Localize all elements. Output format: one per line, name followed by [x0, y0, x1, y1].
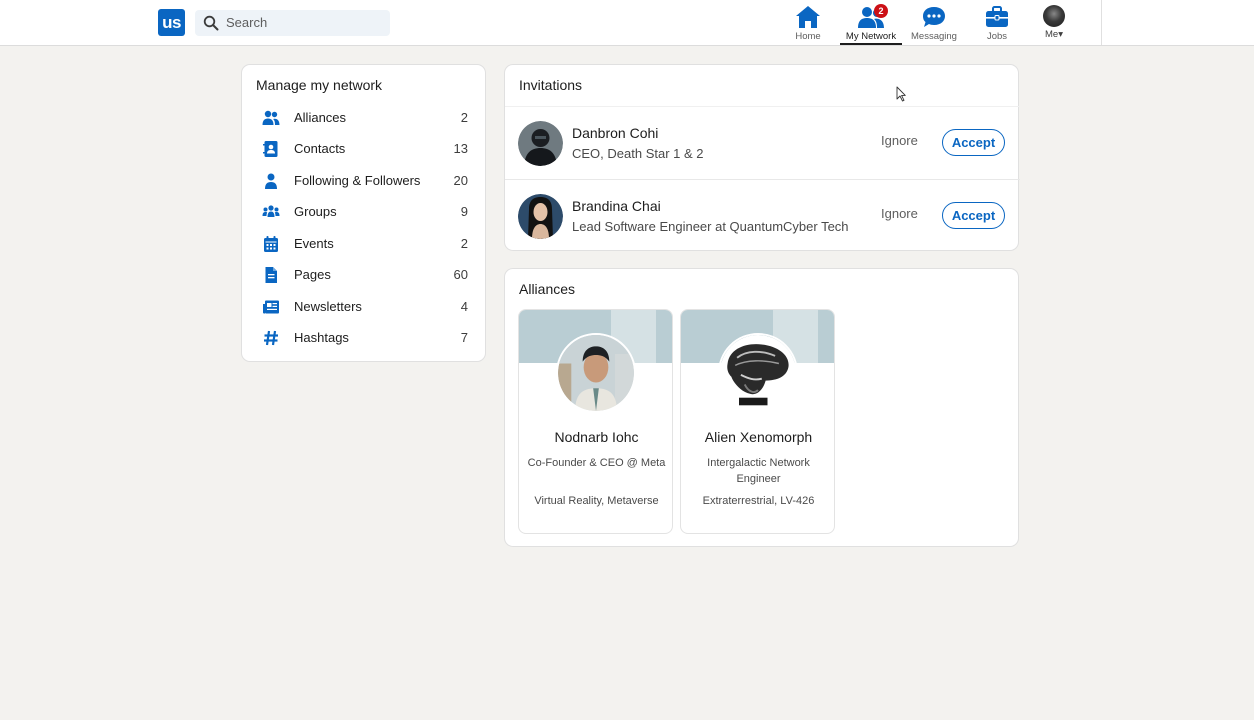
invitation-headline: CEO, Death Star 1 & 2: [572, 146, 704, 161]
avatar: [1043, 5, 1065, 27]
nav-messaging-label: Messaging: [911, 31, 957, 42]
manage-item-count: 2: [460, 236, 468, 251]
briefcase-icon: [986, 6, 1008, 27]
manage-item-count: 4: [460, 299, 468, 314]
calendar-icon: [264, 236, 278, 252]
manage-item-label: Alliances: [294, 110, 347, 125]
accept-button[interactable]: Accept: [942, 129, 1005, 156]
manage-item-label: Groups: [294, 204, 337, 219]
manage-item-count: 9: [460, 204, 468, 219]
people-icon: [262, 110, 280, 125]
avatar[interactable]: [518, 121, 563, 166]
contact-card-icon: [263, 141, 278, 157]
nav-jobs-label: Jobs: [986, 31, 1008, 42]
invitation-name[interactable]: Brandina Chai: [572, 198, 661, 214]
top-navigation-bar: us Search Home 2 My Network Messaging Jo…: [0, 0, 1254, 46]
newspaper-icon: [263, 300, 279, 314]
avatar[interactable]: [718, 333, 798, 413]
manage-network-title: Manage my network: [256, 77, 383, 93]
manage-item-label: Pages: [294, 267, 331, 282]
manage-item-label: Hashtags: [294, 330, 349, 345]
ignore-button[interactable]: Ignore: [881, 133, 918, 148]
alliance-headline: Intergalactic Network Engineer: [707, 457, 810, 485]
manage-item-count: 20: [453, 173, 468, 188]
search-input[interactable]: Search: [226, 15, 267, 30]
active-tab-indicator: [840, 43, 902, 45]
alliance-card[interactable]: Nodnarb Iohc Co-Founder & CEO @ Meta Vir…: [518, 309, 673, 534]
manage-item-label: Following & Followers: [294, 173, 421, 188]
manage-item-count: 13: [453, 141, 468, 156]
nav-me-label: Me▾: [1045, 29, 1063, 40]
invitation-row: Danbron Cohi CEO, Death Star 1 & 2 Ignor…: [505, 106, 1020, 179]
alliance-headline: Co-Founder & CEO @ Meta: [527, 457, 666, 469]
manage-item-label: Newsletters: [294, 299, 362, 314]
manage-item-alliances[interactable]: Alliances 2: [242, 102, 487, 133]
logo[interactable]: us: [158, 9, 185, 36]
nav-divider: [1101, 0, 1102, 45]
alliance-location: Extraterrestrial, LV-426: [702, 495, 815, 507]
home-icon: [796, 6, 820, 28]
network-notification-badge: 2: [874, 4, 888, 18]
messaging-icon: [923, 7, 945, 27]
page-icon: [265, 267, 277, 283]
invitations-title: Invitations: [519, 77, 583, 93]
alliance-location: Virtual Reality, Metaverse: [534, 495, 659, 507]
manage-item-label: Contacts: [294, 141, 346, 156]
manage-item-newsletters[interactable]: Newsletters 4: [242, 291, 487, 322]
manage-item-count: 60: [453, 267, 468, 282]
accept-button[interactable]: Accept: [942, 202, 1005, 229]
nav-home-label: Home: [795, 31, 821, 42]
hashtag-icon: [264, 330, 278, 346]
person-icon: [265, 173, 277, 189]
manage-item-hashtags[interactable]: Hashtags 7: [242, 322, 487, 353]
manage-item-label: Events: [294, 236, 334, 251]
avatar[interactable]: [518, 194, 563, 239]
ignore-button[interactable]: Ignore: [881, 206, 918, 221]
alliance-name[interactable]: Alien Xenomorph: [681, 429, 834, 445]
nav-jobs[interactable]: Jobs: [965, 4, 1029, 44]
nav-my-network-label: My Network: [845, 31, 897, 42]
manage-item-contacts[interactable]: Contacts 13: [242, 133, 487, 164]
invitation-row: Brandina Chai Lead Software Engineer at …: [505, 179, 1020, 252]
mouse-cursor-icon: [896, 86, 906, 102]
nav-messaging[interactable]: Messaging: [902, 4, 966, 44]
nav-home[interactable]: Home: [776, 4, 840, 44]
alliances-title: Alliances: [519, 281, 576, 297]
alliance-name[interactable]: Nodnarb Iohc: [519, 429, 672, 445]
alliances-card: Alliances Nodnarb Iohc Co-Founder & CEO …: [504, 268, 1019, 547]
avatar[interactable]: [556, 333, 636, 413]
manage-item-count: 7: [460, 330, 468, 345]
nav-me[interactable]: Me▾: [1022, 4, 1086, 44]
search-box[interactable]: Search: [195, 10, 390, 36]
manage-item-pages[interactable]: Pages 60: [242, 259, 487, 290]
manage-network-card: Manage my network Alliances 2 Contacts 1…: [241, 64, 486, 362]
manage-item-groups[interactable]: Groups 9: [242, 196, 487, 227]
invitation-headline: Lead Software Engineer at QuantumCyber T…: [572, 219, 849, 234]
manage-item-events[interactable]: Events 2: [242, 228, 487, 259]
alliance-card[interactable]: Alien Xenomorph Intergalactic Network En…: [680, 309, 835, 534]
groups-icon: [262, 205, 280, 217]
manage-item-count: 2: [460, 110, 468, 125]
invitations-card: Invitations Danbron Cohi CEO, Death Star…: [504, 64, 1020, 252]
search-icon: [203, 15, 219, 31]
nav-my-network[interactable]: 2 My Network: [839, 4, 903, 44]
invitation-name[interactable]: Danbron Cohi: [572, 125, 658, 141]
manage-item-following-followers[interactable]: Following & Followers 20: [242, 165, 487, 196]
